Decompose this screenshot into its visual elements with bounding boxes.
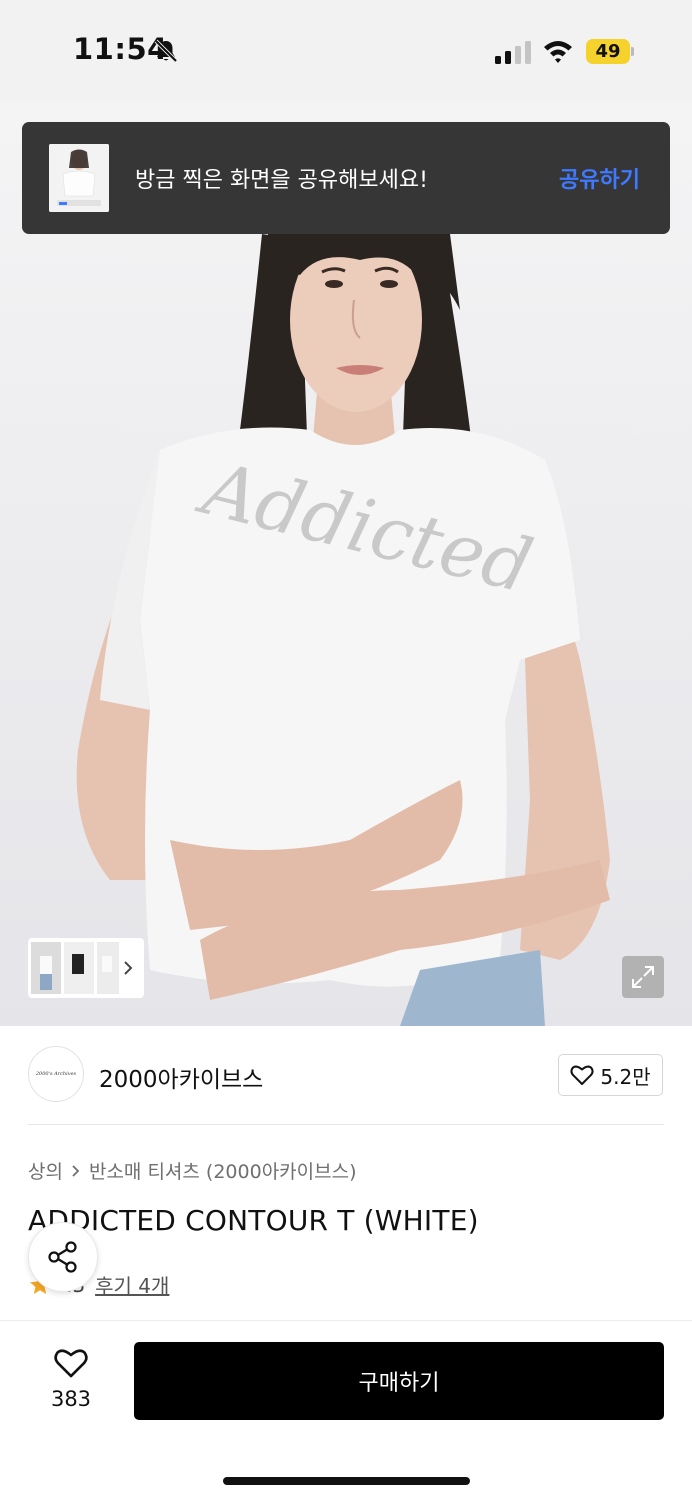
breadcrumb-category[interactable]: 상의 (28, 1157, 63, 1184)
screenshot-thumbnail (49, 144, 109, 212)
product-title: ADDICTED CONTOUR T (WHITE) (28, 1204, 479, 1237)
image-thumbnail-strip[interactable] (28, 938, 144, 998)
heart-icon (570, 1065, 594, 1085)
product-image[interactable]: Addicted (0, 100, 692, 1026)
toast-message: 방금 찍은 화면을 공유해보세요! (135, 168, 428, 193)
wish-button[interactable]: 383 (36, 1343, 106, 1413)
signal-icon (495, 41, 531, 64)
chevron-right-icon (124, 961, 133, 975)
breadcrumb: 상의 반소매 티셔츠 (2000아카이브스) (28, 1157, 357, 1184)
share-button[interactable] (28, 1222, 98, 1292)
battery-icon: 49 (586, 39, 634, 64)
toast-share-button[interactable]: 공유하기 (559, 162, 640, 194)
breadcrumb-subcategory[interactable]: 반소매 티셔츠 (2000아카이브스) (89, 1157, 357, 1184)
chevron-right-icon (72, 1164, 80, 1177)
status-bar: 11:54 49 (0, 0, 692, 100)
wifi-icon (544, 41, 572, 63)
brand-like-button[interactable]: 5.2만 (558, 1054, 663, 1096)
brand-name[interactable]: 2000아카이브스 (99, 1060, 263, 1094)
buy-button[interactable]: 구매하기 (134, 1342, 664, 1420)
expand-icon (632, 966, 654, 988)
bell-slash-icon (154, 39, 178, 63)
wish-count: 383 (50, 1387, 92, 1411)
brand-row[interactable]: 2000's Archives 2000아카이브스 5.2만 (0, 1026, 692, 1126)
share-toast: 방금 찍은 화면을 공유해보세요! 공유하기 (22, 122, 670, 234)
battery-level: 49 (586, 39, 630, 64)
home-indicator (223, 1477, 470, 1485)
review-count-link[interactable]: 후기 4개 (95, 1270, 169, 1299)
share-icon (48, 1241, 77, 1273)
heart-icon (54, 1349, 88, 1378)
divider (28, 1124, 664, 1125)
product-photo: Addicted (76, 228, 610, 1026)
expand-button[interactable] (622, 956, 664, 998)
brand-like-count: 5.2만 (600, 1064, 651, 1089)
bottom-action-bar: 383 구매하기 (0, 1320, 692, 1500)
brand-logo[interactable]: 2000's Archives (28, 1046, 84, 1102)
brand-logo-text: 2000's Archives (35, 1071, 77, 1077)
